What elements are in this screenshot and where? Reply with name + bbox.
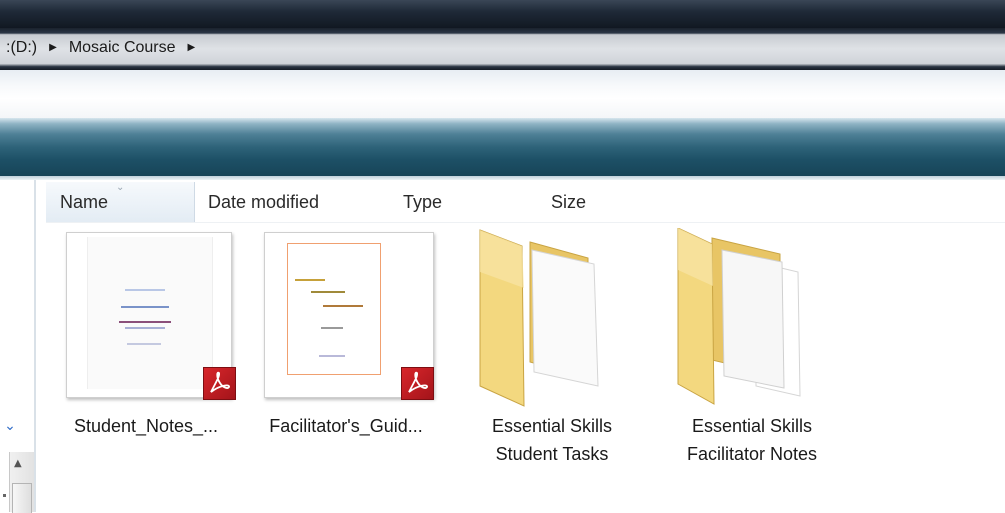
acrobat-badge-icon: [203, 367, 236, 400]
file-item-student-notes[interactable]: Student_Notes_...: [46, 228, 246, 478]
folder-label-line2: Student Tasks: [495, 444, 609, 464]
breadcrumb[interactable]: :(D:) ▶ Mosaic Course ▶: [6, 36, 207, 60]
folder-label-line1: Essential Skills: [691, 416, 813, 436]
pdf-document-icon: [264, 232, 434, 400]
sort-indicator-icon: ⌄: [116, 182, 125, 193]
chevron-down-icon[interactable]: ⌄: [2, 417, 18, 435]
file-item-facilitators-guide[interactable]: Facilitator's_Guid...: [246, 228, 446, 478]
file-item-label: Facilitator's_Guid...: [269, 416, 423, 436]
folder-item-student-tasks[interactable]: Essential Skills Student Tasks: [452, 228, 652, 478]
file-item-label: Student_Notes_...: [73, 416, 219, 436]
scroll-up-arrow-icon[interactable]: ▲: [14, 458, 22, 469]
folder-label-line2: Facilitator Notes: [686, 444, 818, 464]
breadcrumb-item-drive[interactable]: :(D:): [6, 39, 37, 56]
command-toolbar: [0, 118, 1005, 176]
focus-dot: [3, 494, 6, 497]
breadcrumb-separator-icon[interactable]: ▶: [49, 42, 57, 53]
breadcrumb-item-folder[interactable]: Mosaic Course: [69, 39, 176, 56]
scrollbar-thumb[interactable]: [12, 483, 32, 513]
acrobat-badge-icon: [401, 367, 434, 400]
folder-icon: [677, 228, 801, 405]
column-header-date-modified[interactable]: Date modified: [208, 190, 319, 214]
column-header-type[interactable]: Type: [403, 190, 442, 214]
menu-strip: [0, 70, 1005, 122]
column-header-name[interactable]: Name: [60, 190, 108, 214]
folder-item-facilitator-notes[interactable]: Essential Skills Facilitator Notes: [652, 228, 852, 478]
folder-icon: [479, 229, 599, 407]
breadcrumb-separator-icon[interactable]: ▶: [188, 42, 196, 53]
title-bar: [0, 0, 1005, 28]
column-header-size[interactable]: Size: [551, 190, 586, 214]
folder-label-line1: Essential Skills: [491, 416, 613, 436]
pdf-document-icon: [66, 232, 236, 400]
